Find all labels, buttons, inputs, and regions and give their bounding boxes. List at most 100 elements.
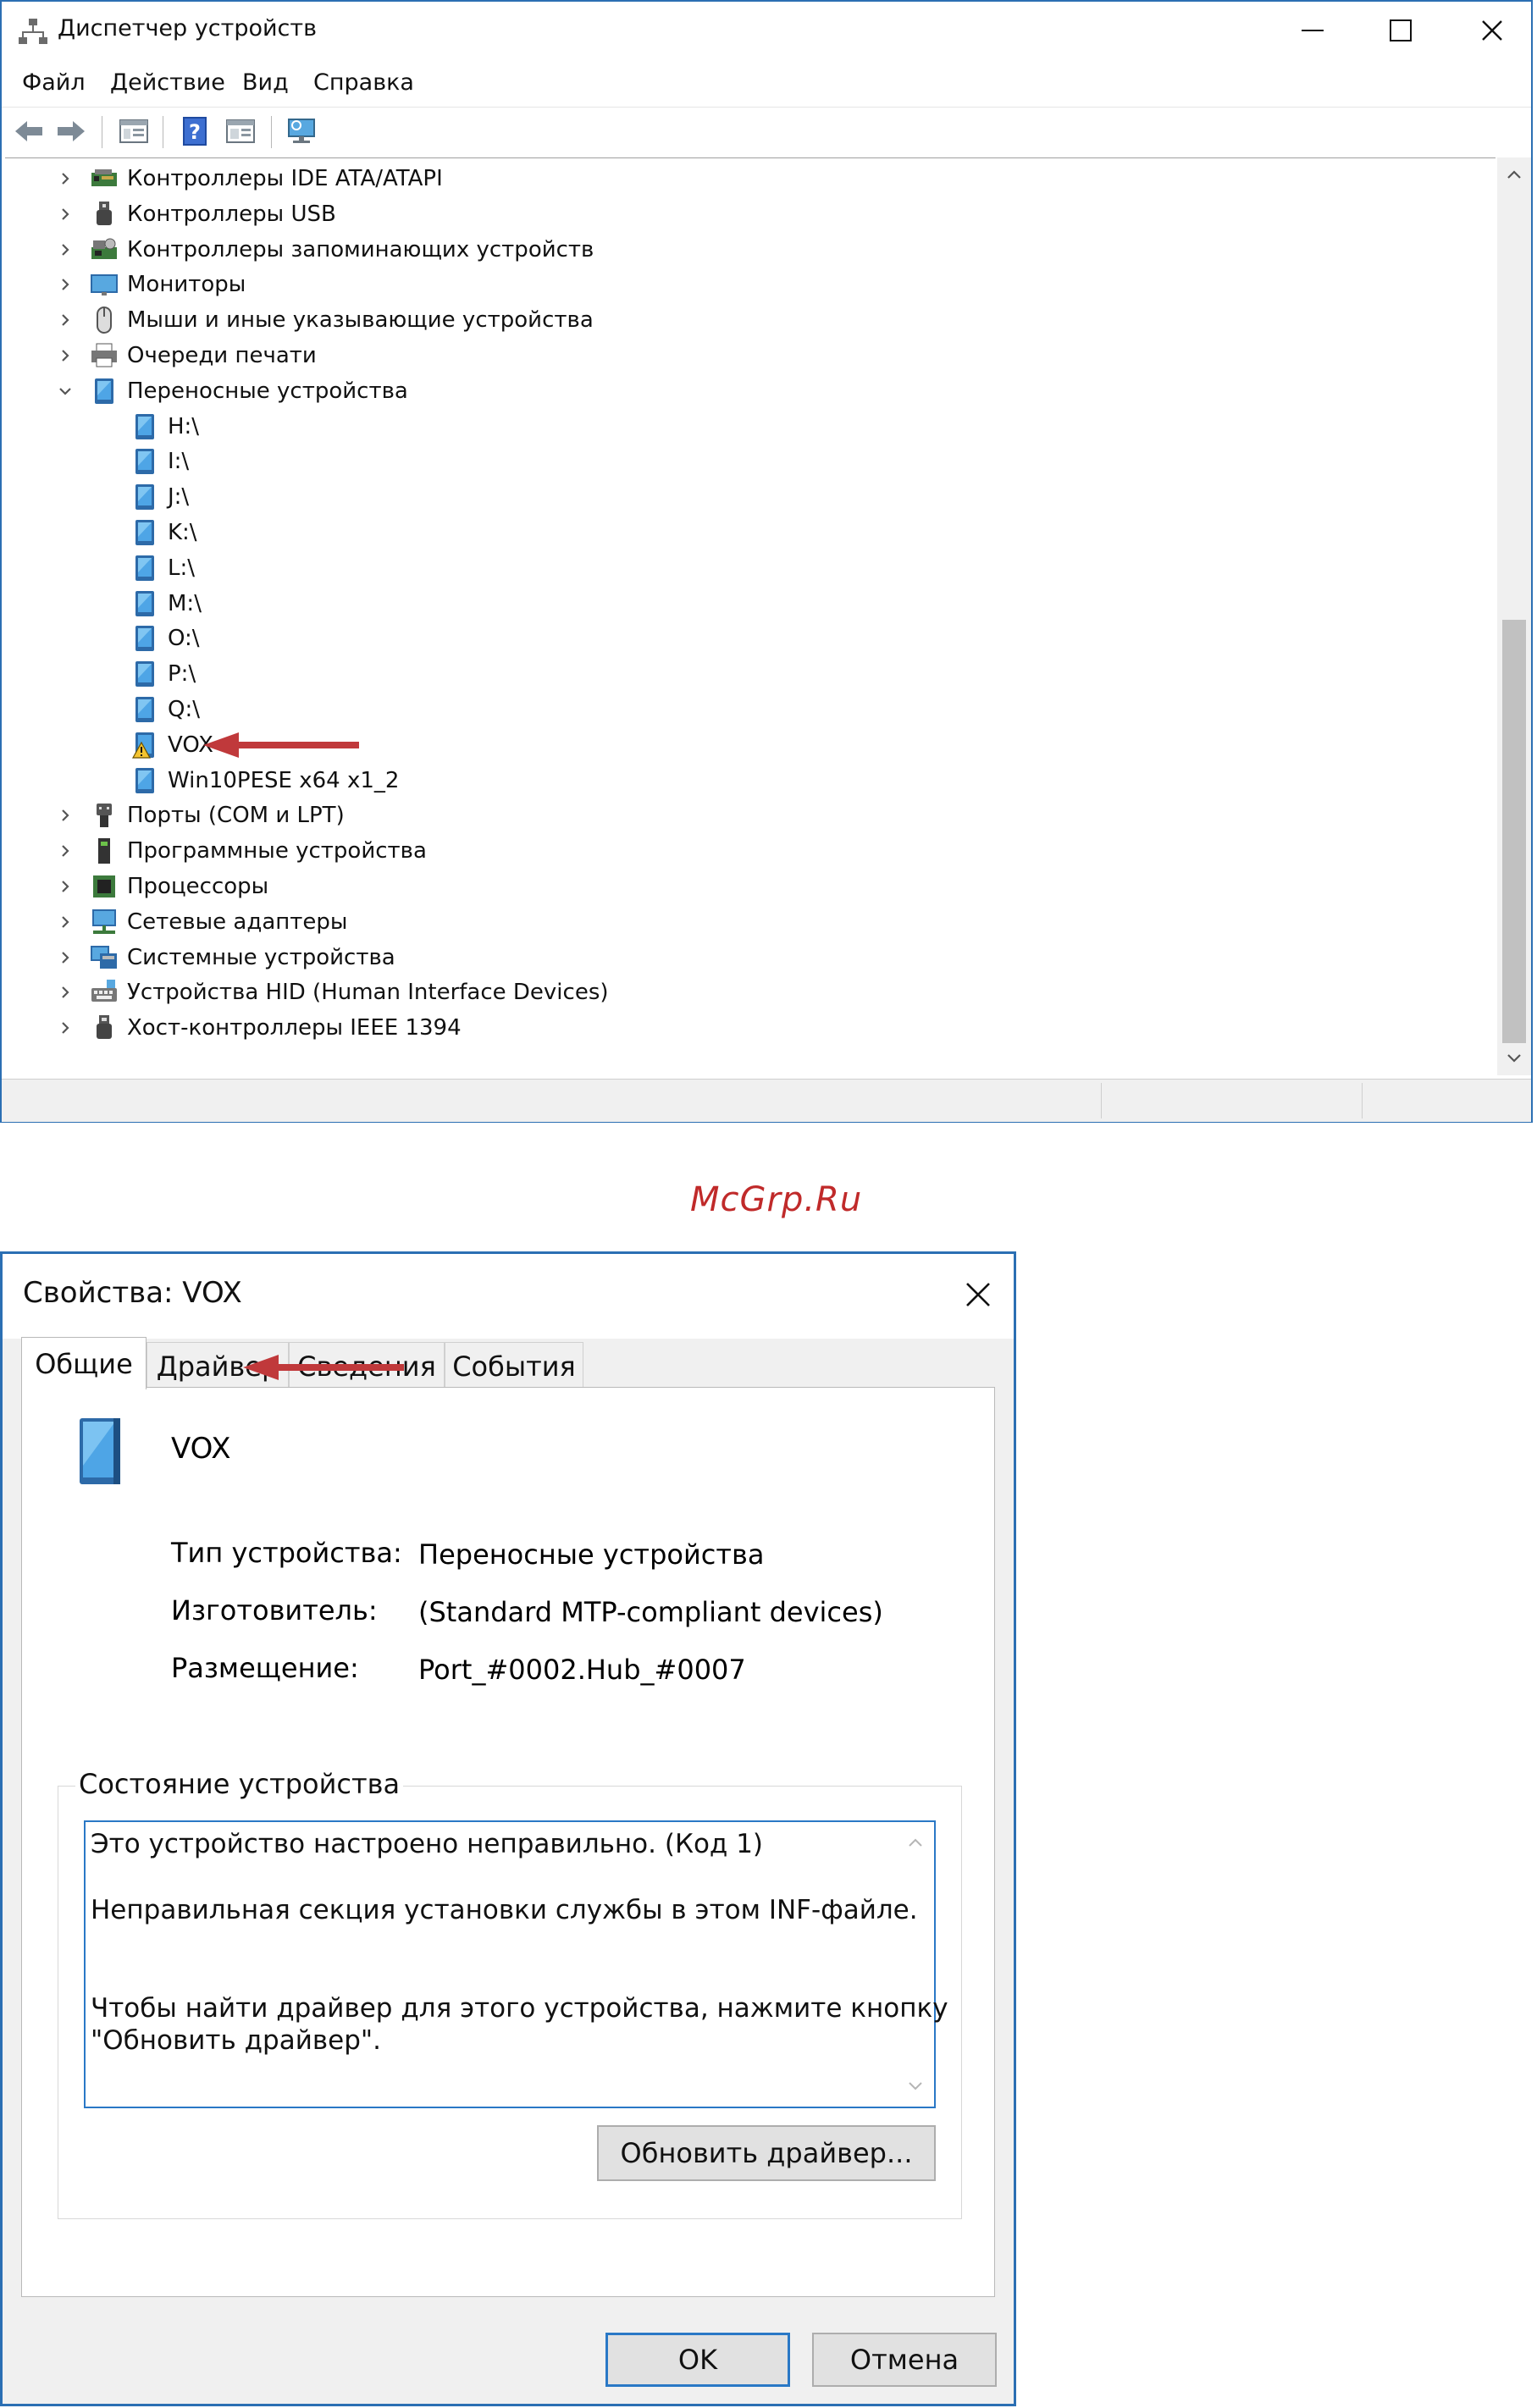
tree-category-item[interactable]: Переносные устройства <box>59 374 408 408</box>
tree-device-item[interactable]: Win10PESE x64 x1_2 <box>130 764 399 798</box>
menu-help[interactable]: Справка <box>313 69 414 96</box>
watermark: McGrp.Ru <box>690 1180 863 1219</box>
expand-chevron-right-icon[interactable] <box>58 870 73 903</box>
portable-device-icon <box>80 1418 120 1484</box>
tree-device-item[interactable]: J:\ <box>130 480 189 514</box>
network-adapter-icon <box>92 909 116 934</box>
ide-controller-icon <box>91 169 117 186</box>
tab-general[interactable]: Общие <box>21 1337 147 1389</box>
tree-device-item[interactable]: O:\ <box>130 621 200 655</box>
status-scroll-down[interactable] <box>900 2071 931 2101</box>
tree-category-item[interactable]: Мыши и иные указывающие устройства <box>62 303 594 337</box>
tree-item-label: Программные устройства <box>127 838 427 864</box>
monitor-icon <box>91 274 118 296</box>
expand-chevron-right-icon[interactable] <box>58 233 73 267</box>
tree-category-item[interactable]: Системные устройства <box>62 941 395 975</box>
expand-chevron-down-icon[interactable] <box>58 374 73 408</box>
portable-device-icon <box>135 626 154 652</box>
tree-item-label: Контроллеры IDE ATA/ATAPI <box>127 166 443 191</box>
tree-category-item[interactable]: Процессоры <box>62 870 268 903</box>
portable-device-icon <box>95 378 113 404</box>
expand-chevron-right-icon[interactable] <box>58 834 73 868</box>
tree-device-item[interactable]: K:\ <box>130 516 197 550</box>
annotation-arrow <box>243 1355 404 1380</box>
tree-device-item[interactable]: L:\ <box>130 551 195 585</box>
tree-device-item[interactable]: H:\ <box>130 410 199 444</box>
menu-file[interactable]: Файл <box>22 69 86 96</box>
expand-chevron-right-icon[interactable] <box>58 905 73 939</box>
tree-item-label: Системные устройства <box>127 944 395 970</box>
tree-category-item[interactable]: Очереди печати <box>62 339 317 373</box>
portable-device-icon <box>135 661 154 688</box>
device-tree[interactable]: Контроллеры IDE ATA/ATAPI Контроллеры USB… <box>5 157 1496 1056</box>
scroll-up-button[interactable] <box>1497 157 1531 191</box>
scroll-thumb[interactable] <box>1502 620 1526 1043</box>
close-icon <box>1482 20 1502 41</box>
chevron-down-icon <box>909 2082 922 2090</box>
tree-category-item[interactable]: Мониторы <box>62 268 246 301</box>
status-scrollbar[interactable] <box>900 1827 931 2101</box>
tree-category-item[interactable]: Порты (COM и LPT) <box>62 798 345 832</box>
tree-device-item[interactable]: I:\ <box>130 445 189 478</box>
minimize-button[interactable] <box>1287 8 1338 52</box>
help-button[interactable]: ? <box>178 114 212 148</box>
menu-action[interactable]: Действие <box>110 69 225 96</box>
menu-bar: Файл Действие Вид Справка <box>2 63 1531 103</box>
expand-chevron-right-icon[interactable] <box>58 941 73 975</box>
svg-text:?: ? <box>189 120 201 144</box>
back-button[interactable] <box>12 114 46 148</box>
properties-button[interactable] <box>224 114 257 148</box>
usb-icon <box>97 201 112 225</box>
tree-device-item[interactable]: Q:\ <box>130 693 200 726</box>
expand-chevron-right-icon[interactable] <box>58 975 73 1009</box>
portable-device-icon <box>135 484 154 511</box>
manufacturer-value: (Standard MTP-compliant devices) <box>418 1596 883 1628</box>
show-hide-console-tree-button[interactable] <box>117 114 151 148</box>
tree-category-item[interactable]: Хост-контроллеры IEEE 1394 <box>62 1011 462 1045</box>
tree-item-label: J:\ <box>168 484 190 511</box>
forward-arrow-icon <box>58 121 85 141</box>
tree-device-item[interactable]: P:\ <box>130 657 196 691</box>
system-device-icon <box>91 945 117 969</box>
expand-chevron-right-icon[interactable] <box>58 339 73 373</box>
scan-hardware-button[interactable] <box>285 114 318 148</box>
cancel-button[interactable]: Отмена <box>812 2333 997 2387</box>
warning-device-icon <box>131 732 154 759</box>
tree-category-item[interactable]: Контроллеры запоминающих устройств <box>62 233 594 267</box>
expand-chevron-right-icon[interactable] <box>58 197 73 231</box>
expand-chevron-right-icon[interactable] <box>58 303 73 337</box>
location-value: Port_#0002.Hub_#0007 <box>418 1654 746 1686</box>
expand-chevron-right-icon[interactable] <box>58 798 73 832</box>
tree-item-label: Порты (COM и LPT) <box>127 803 345 829</box>
expand-chevron-right-icon[interactable] <box>58 162 73 196</box>
tree-scrollbar[interactable] <box>1497 157 1531 1075</box>
tree-category-item[interactable]: Программные устройства <box>62 834 427 868</box>
scroll-down-button[interactable] <box>1497 1041 1531 1075</box>
close-button[interactable] <box>1467 8 1518 52</box>
device-type-label: Тип устройства: <box>171 1537 402 1569</box>
device-status-group: Состояние устройства Это устройство наст… <box>58 1768 962 2219</box>
expand-chevron-right-icon[interactable] <box>58 1011 73 1045</box>
tab-events[interactable]: События <box>445 1342 583 1389</box>
tree-category-item[interactable]: Сетевые адаптеры <box>62 905 347 939</box>
dialog-close-button[interactable] <box>953 1269 1003 1320</box>
status-scroll-up[interactable] <box>900 1827 931 1858</box>
annotation-arrow <box>203 732 359 758</box>
tree-device-item[interactable]: M:\ <box>130 587 202 621</box>
menu-view[interactable]: Вид <box>242 69 289 96</box>
expand-chevron-right-icon[interactable] <box>58 268 73 301</box>
tree-category-item[interactable]: Контроллеры USB <box>62 197 336 231</box>
portable-device-icon <box>135 555 154 581</box>
general-tab-panel: VOX Тип устройства: Переносные устройств… <box>21 1387 995 2297</box>
tree-category-item[interactable]: Контроллеры IDE ATA/ATAPI <box>62 162 443 196</box>
update-driver-button[interactable]: Обновить драйвер... <box>597 2125 936 2181</box>
tree-category-item[interactable]: Устройства HID (Human Interface Devices) <box>62 975 609 1009</box>
status-line: Это устройство настроено неправильно. (К… <box>91 1829 764 1859</box>
tree-item-label: I:\ <box>168 449 190 475</box>
forward-button[interactable] <box>54 114 88 148</box>
device-status-textbox[interactable]: Это устройство настроено неправильно. (К… <box>84 1820 948 2108</box>
maximize-button[interactable] <box>1375 8 1426 52</box>
title-bar: Диспетчер устройств <box>2 2 1531 61</box>
manufacturer-label: Изготовитель: <box>171 1594 378 1627</box>
ok-button[interactable]: OK <box>605 2333 790 2387</box>
